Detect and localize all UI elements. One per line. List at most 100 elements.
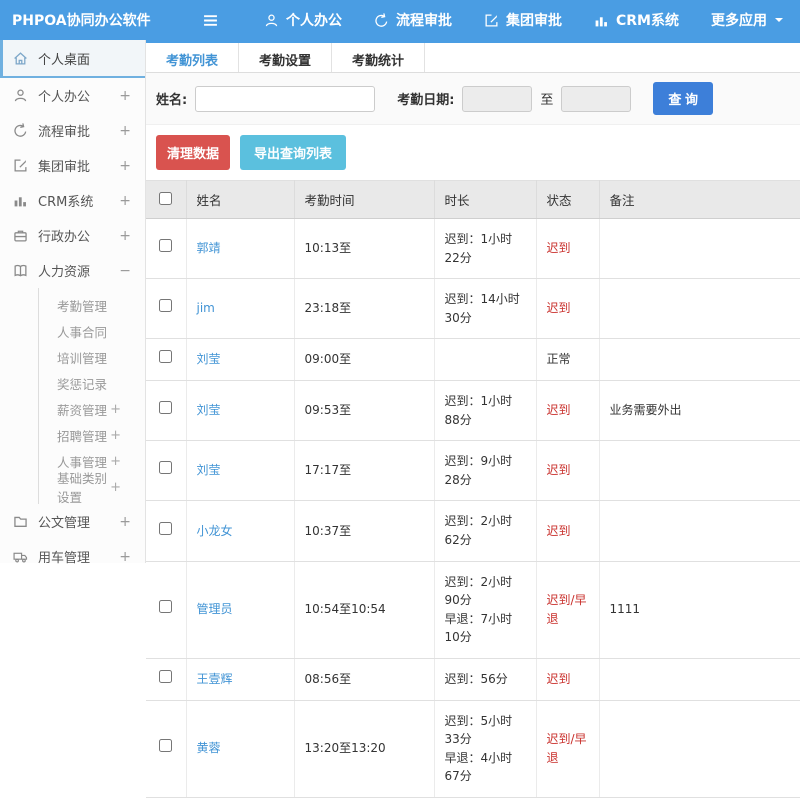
sidebar-item-admin-office[interactable]: 行政办公 +	[0, 218, 145, 253]
expand-plus-icon[interactable]: +	[110, 402, 121, 417]
attendance-date-label: 考勤日期:	[397, 93, 455, 108]
sidebar: 个人桌面 个人办公 + 流程审批 + 集团审批 + CRM系统 + 行政办公 +	[0, 40, 146, 566]
expand-plus-icon[interactable]: +	[119, 514, 131, 530]
chart-icon	[594, 13, 609, 28]
submenu-item-salary-mgmt[interactable]: 薪资管理 +	[39, 396, 145, 422]
employee-name-link[interactable]: 刘莹	[197, 403, 221, 417]
expand-plus-icon[interactable]: +	[119, 193, 131, 209]
row-checkbox[interactable]	[159, 739, 173, 753]
sidebar-item-crm-system[interactable]: CRM系统 +	[0, 183, 145, 218]
submenu-item-attendance-mgmt[interactable]: 考勤管理	[39, 292, 145, 318]
action-bar: 清理数据 导出查询列表	[146, 125, 800, 180]
employee-name-link[interactable]: 王壹辉	[197, 672, 233, 686]
topnav-more-apps[interactable]: 更多应用	[695, 10, 800, 30]
note-cell	[599, 338, 800, 381]
expand-plus-icon[interactable]: +	[119, 549, 131, 565]
topnav-crm-system[interactable]: CRM系统	[578, 10, 695, 30]
folder-icon	[13, 514, 28, 529]
note-cell	[599, 700, 800, 798]
query-button[interactable]: 查 询	[653, 82, 714, 115]
submenu-item-reward-punishment[interactable]: 奖惩记录	[39, 370, 145, 396]
clean-data-button[interactable]: 清理数据	[156, 135, 231, 170]
name-search-input[interactable]	[195, 85, 376, 112]
tab-attendance-list[interactable]: 考勤列表	[146, 43, 240, 72]
submenu-item-training-mgmt[interactable]: 培训管理	[39, 344, 145, 370]
submenu-item-base-category-settings[interactable]: 基础类别设置 +	[39, 471, 145, 505]
expand-plus-icon[interactable]: +	[119, 228, 131, 244]
row-checkbox[interactable]	[159, 401, 173, 415]
sidebar-item-group-approval[interactable]: 集团审批 +	[0, 148, 145, 183]
date-to-input[interactable]	[561, 85, 632, 112]
sidebar-item-workflow-approval[interactable]: 流程审批 +	[0, 113, 145, 148]
home-icon	[13, 51, 28, 66]
edit-icon	[13, 158, 28, 173]
sidebar-toggle-button[interactable]	[199, 10, 222, 31]
date-from-input[interactable]	[462, 85, 533, 112]
status-cell: 正常	[536, 338, 600, 381]
employee-name-link[interactable]: 刘莹	[197, 352, 221, 366]
submenu-item-hr-contract[interactable]: 人事合同	[39, 318, 145, 344]
search-form: 姓名: 考勤日期: 至 查 询	[146, 73, 800, 125]
table-row: 刘莹 09:00至 正常	[146, 338, 800, 381]
duration-cell: 迟到：14小时30分	[434, 278, 537, 340]
expand-plus-icon[interactable]: +	[110, 480, 121, 495]
employee-name-link[interactable]: 小龙女	[197, 524, 233, 538]
row-checkbox[interactable]	[159, 299, 173, 313]
row-checkbox[interactable]	[159, 669, 173, 683]
tab-attendance-stats[interactable]: 考勤统计	[332, 43, 426, 72]
tab-attendance-settings[interactable]: 考勤设置	[239, 43, 333, 72]
expand-plus-icon[interactable]: +	[119, 88, 131, 104]
status-badge: 迟到	[546, 463, 571, 478]
status-badge: 迟到	[546, 671, 571, 686]
note-cell	[599, 440, 800, 502]
expand-plus-icon[interactable]: +	[110, 428, 121, 443]
col-header-status: 状态	[536, 180, 600, 219]
duration-cell	[434, 338, 537, 381]
date-to-separator: 至	[540, 93, 554, 108]
topnav-group-approval[interactable]: 集团审批	[468, 10, 578, 30]
duration-cell: 迟到：1小时88分	[434, 380, 537, 442]
sidebar-item-document-mgmt[interactable]: 公文管理 +	[0, 504, 145, 539]
row-checkbox[interactable]	[159, 521, 173, 535]
duration-cell: 迟到：9小时28分	[434, 440, 537, 502]
tab-bar: 考勤列表 考勤设置 考勤统计	[146, 43, 800, 73]
submenu-item-recruit-mgmt[interactable]: 招聘管理 +	[39, 422, 145, 448]
employee-name-link[interactable]: 黄蓉	[197, 741, 221, 755]
sidebar-item-personal-office[interactable]: 个人办公 +	[0, 78, 145, 113]
employee-name-link[interactable]: 郭靖	[197, 241, 221, 255]
collapse-minus-icon[interactable]: −	[119, 263, 131, 279]
row-checkbox[interactable]	[159, 461, 173, 475]
select-all-checkbox[interactable]	[159, 191, 173, 205]
attendance-time: 08:56至	[294, 658, 435, 701]
status-badge: 迟到	[546, 403, 571, 418]
table-row: 王壹辉 08:56至 迟到：56分 迟到	[146, 658, 800, 701]
attendance-time: 09:00至	[294, 338, 435, 381]
topnav-workflow-approval[interactable]: 流程审批	[358, 10, 468, 30]
duration-cell: 迟到：2小时90分 早退：7小时10分	[434, 561, 537, 659]
row-checkbox[interactable]	[159, 350, 173, 364]
duration-cell: 迟到：1小时22分	[434, 218, 537, 280]
expand-plus-icon[interactable]: +	[119, 123, 131, 139]
row-checkbox[interactable]	[159, 239, 173, 253]
employee-name-link[interactable]: 刘莹	[197, 463, 221, 477]
sidebar-item-personal-desktop[interactable]: 个人桌面	[0, 40, 145, 78]
status-cell: 迟到	[536, 380, 600, 442]
col-header-duration: 时长	[434, 180, 537, 219]
employee-name-link[interactable]: jim	[197, 301, 215, 315]
attendance-time: 10:54至10:54	[294, 561, 435, 659]
user-icon	[13, 88, 28, 103]
status-cell: 迟到/早退	[536, 700, 600, 798]
row-checkbox[interactable]	[159, 600, 173, 614]
export-list-button[interactable]: 导出查询列表	[240, 135, 347, 170]
table-row: jim 23:18至 迟到：14小时30分 迟到	[146, 278, 800, 340]
status-badge: 迟到	[546, 301, 571, 316]
sidebar-item-vehicle-mgmt[interactable]: 用车管理 +	[0, 539, 145, 574]
status-cell: 迟到	[536, 658, 600, 701]
expand-plus-icon[interactable]: +	[119, 158, 131, 174]
topnav-personal-office[interactable]: 个人办公	[248, 10, 358, 30]
attendance-time: 13:20至13:20	[294, 700, 435, 798]
sidebar-item-human-resources[interactable]: 人力资源 −	[0, 253, 145, 288]
employee-name-link[interactable]: 管理员	[197, 602, 233, 616]
status-cell: 迟到	[536, 440, 600, 502]
expand-plus-icon[interactable]: +	[110, 454, 121, 469]
